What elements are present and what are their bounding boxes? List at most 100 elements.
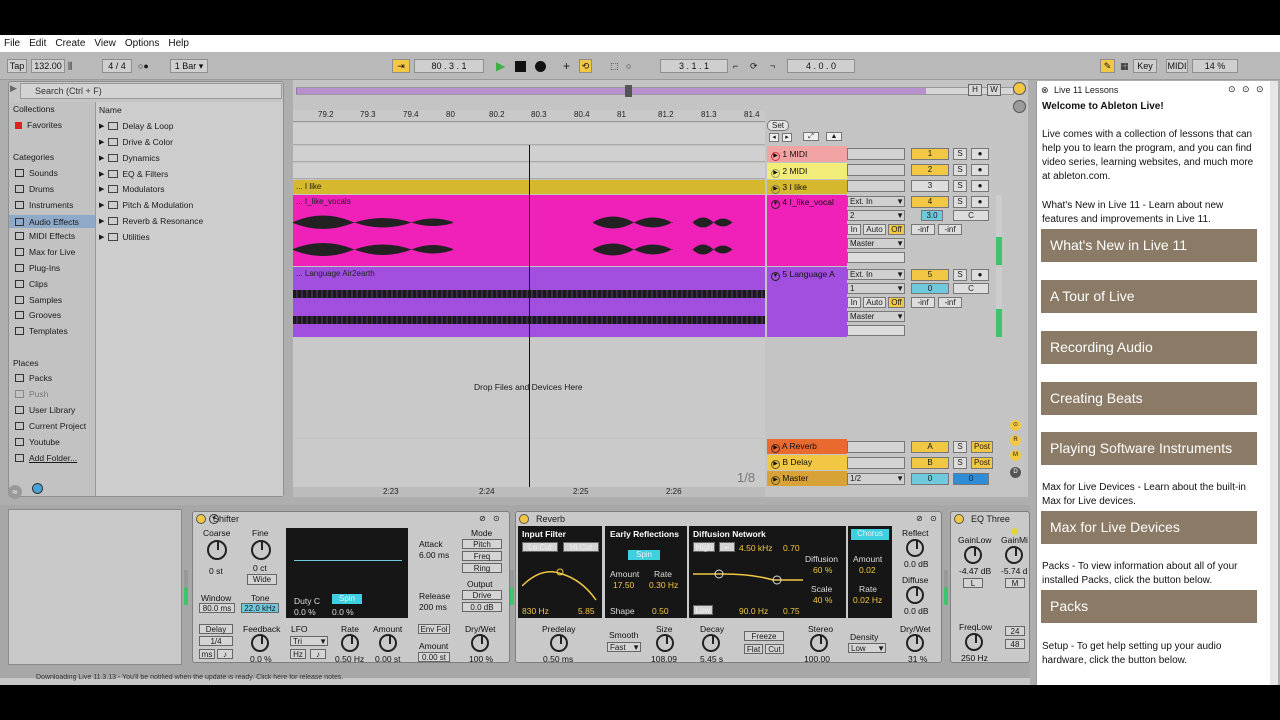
sidebar-item-user-library[interactable]: User Library (15, 405, 75, 415)
solo-button[interactable]: S (953, 457, 967, 469)
solo-button[interactable]: S (953, 180, 967, 192)
name-column-header[interactable]: Name (99, 105, 122, 115)
keyboard-icon[interactable]: ▦ (1120, 59, 1132, 73)
track-header-3-i-like[interactable]: ▶ 3 I like (767, 180, 847, 194)
lessons-forward-icon[interactable]: ⊙ (1242, 84, 1250, 95)
menu-create[interactable]: Create (55, 38, 85, 49)
session-record-icon[interactable]: ○ (626, 59, 636, 73)
device-on-icon[interactable] (954, 514, 964, 524)
expand-arrow-icon[interactable]: ▶ (99, 233, 104, 241)
tone-field[interactable]: 22.0 kHz (241, 603, 279, 613)
freeze-button[interactable]: Freeze (744, 631, 784, 641)
er-amount-value[interactable]: 17.50 (613, 580, 634, 590)
diffuse-knob[interactable] (906, 586, 924, 604)
drive-button[interactable]: Drive (462, 590, 502, 600)
midi-map-button[interactable]: MIDI (1166, 59, 1188, 73)
solo-button[interactable]: S (953, 269, 967, 281)
sidebar-item-max-for-live[interactable]: Max for Live (15, 247, 75, 257)
expand-arrow-icon[interactable]: ▶ (99, 185, 104, 193)
solo-button[interactable]: S (953, 441, 967, 453)
master-cue-volume[interactable]: 0 (953, 473, 989, 485)
decay-knob[interactable] (702, 634, 720, 652)
envelope-display[interactable]: Duty C 0.0 % Spin 0.0 % (286, 528, 408, 618)
output-channel-slot[interactable] (847, 252, 905, 263)
chorus-rate-value[interactable]: 0.02 Hz (853, 595, 882, 605)
smooth-select[interactable]: Fast ▼ (607, 642, 641, 652)
monitor-auto-button[interactable]: Auto (863, 297, 886, 308)
folder-item[interactable]: ▶ Delay & Loop (99, 121, 173, 131)
song-position[interactable]: 80 . 3 . 1 (414, 59, 484, 73)
freqlow-knob[interactable] (965, 633, 983, 651)
w-button[interactable]: W (987, 84, 1001, 96)
filter-high-freq[interactable]: 5.85 (578, 606, 595, 616)
record-icon[interactable] (535, 61, 546, 72)
output-select[interactable]: Master ▼ (847, 311, 905, 322)
sidebar-item-youtube[interactable]: Youtube (15, 437, 60, 447)
high-freq-value[interactable]: 4.50 kHz (739, 543, 773, 553)
predelay-knob[interactable] (550, 634, 568, 652)
sidebar-item-push[interactable]: Push (15, 389, 48, 399)
coarse-knob[interactable] (207, 540, 227, 560)
arrangement-view-icon[interactable] (1013, 82, 1026, 95)
drywet-knob[interactable] (471, 634, 489, 652)
input-slot[interactable] (847, 457, 905, 469)
reflect-knob[interactable] (906, 539, 924, 557)
track-header-4-i-like-vocal[interactable]: ▼ 4 I_like_vocal (767, 195, 847, 266)
metronome-icon[interactable]: ○● (138, 59, 158, 73)
fine-knob[interactable] (251, 540, 271, 560)
env-fol-button[interactable]: Env Fol (418, 624, 450, 634)
device-on-icon[interactable] (519, 514, 529, 524)
next-locator-icon[interactable]: ▸ (782, 133, 792, 142)
scale-value[interactable]: 40 % (813, 595, 832, 605)
monitor-auto-button[interactable]: Auto (863, 224, 886, 235)
volume-field[interactable]: 0 (911, 283, 949, 294)
master-header[interactable]: ▶ Master (767, 471, 847, 486)
return-header-b-delay[interactable]: ▶ B Delay (767, 455, 847, 470)
punch-out-icon[interactable]: ¬ (770, 59, 782, 73)
cue-out-select[interactable]: 1/2 ▼ (847, 473, 905, 485)
filter-curve[interactable] (522, 556, 598, 602)
folder-item[interactable]: ▶ Drive & Color (99, 137, 173, 147)
fold-icon[interactable]: ⤢ (803, 132, 819, 141)
expand-arrow-icon[interactable]: ▶ (99, 138, 104, 146)
pan-field[interactable]: C (953, 283, 989, 294)
solo-button[interactable]: S (953, 148, 967, 160)
lesson-button-whats-new[interactable]: What's New in Live 11 (1041, 229, 1257, 262)
expand-arrow-icon[interactable]: ▶ (99, 154, 104, 162)
loop-start[interactable]: 3 . 1 . 1 (660, 59, 728, 73)
sidebar-item-samples[interactable]: Samples (15, 295, 62, 305)
lfo-hz-button[interactable]: Hz (290, 649, 306, 659)
mode-freq-button[interactable]: Freq (462, 551, 502, 561)
track-header-5-language[interactable]: ▼ 5 Language A (767, 267, 847, 337)
return-header-a-reverb[interactable]: ▶ A Reverb (767, 439, 847, 454)
diffusion-curve[interactable] (693, 556, 803, 602)
stop-icon[interactable] (515, 61, 526, 72)
slope-24-button[interactable]: 24 (1005, 626, 1025, 636)
overview-playhead[interactable] (625, 85, 632, 97)
lo-cut-button[interactable]: Lo Cut (522, 542, 558, 552)
note-icon[interactable]: ♪ (217, 649, 233, 659)
expand-arrow-icon[interactable]: ▶ (99, 217, 104, 225)
menu-help[interactable]: Help (168, 38, 189, 49)
folder-item[interactable]: ▶ Dynamics (99, 153, 160, 163)
wide-button[interactable]: Wide (247, 574, 277, 585)
session-view-icon[interactable] (1013, 100, 1026, 113)
input-channel-select[interactable]: 2 ▼ (847, 210, 905, 221)
mid-band-button[interactable]: M (1005, 578, 1025, 588)
post-button[interactable]: Post (971, 457, 993, 469)
loop-length[interactable]: 4 . 0 . 0 (787, 59, 855, 73)
set-locator-button[interactable]: Set (767, 120, 789, 131)
track-activator[interactable]: 1 (911, 148, 949, 160)
sidebar-item-packs[interactable]: Packs (15, 373, 52, 383)
track-arm-icon[interactable]: ▶ (771, 476, 780, 485)
solo-button[interactable]: S (953, 164, 967, 176)
fold-icon[interactable]: ▼ (209, 514, 219, 524)
post-button[interactable]: Post (971, 441, 993, 453)
note-icon[interactable]: ♪ (310, 649, 326, 659)
size-knob[interactable] (656, 634, 674, 652)
tap-button[interactable]: Tap (7, 59, 27, 73)
attack-value[interactable]: 6.00 ms (419, 550, 449, 560)
monitor-in-button[interactable]: In (847, 297, 861, 308)
cut-button[interactable]: Cut (765, 644, 784, 654)
input-slot[interactable] (847, 441, 905, 453)
